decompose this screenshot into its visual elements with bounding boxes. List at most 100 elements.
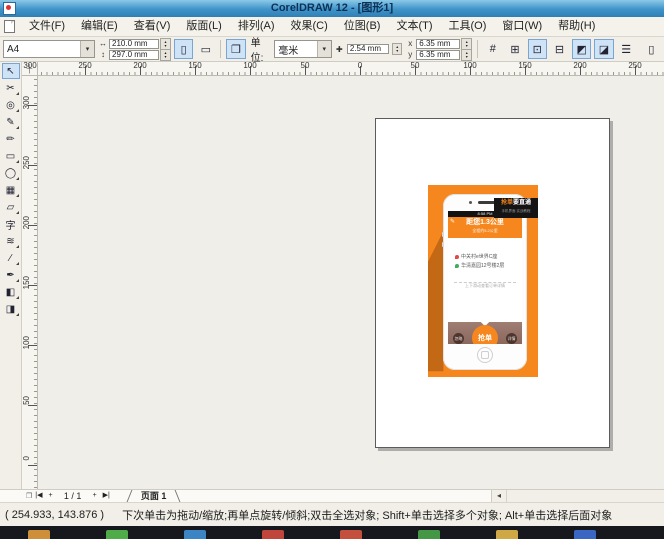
paper-size-select[interactable]: A4 ▾ — [3, 40, 95, 58]
basic-shapes-tool[interactable]: ▱ — [2, 199, 20, 215]
units-select[interactable]: 毫米 ▾ — [274, 40, 332, 58]
phone-time: 8:58 PM — [478, 211, 493, 216]
menu-help[interactable]: 帮助(H) — [550, 17, 603, 36]
h-ruler-label: 100 — [243, 62, 256, 70]
menu-tools[interactable]: 工具(O) — [441, 17, 495, 36]
apply-to-all-pages-button[interactable]: ❐ — [226, 39, 245, 59]
v-ruler-label: 0 — [23, 456, 31, 460]
interactive-fill-tool[interactable]: ◨ — [2, 301, 20, 317]
rectangle-tool[interactable]: ▭ — [2, 148, 20, 164]
snap-to-dynamic-guides-button[interactable]: ⊟ — [550, 39, 569, 59]
window-title: CorelDRAW 12 - [图形1] — [0, 0, 664, 17]
taskbar-app-8-icon[interactable] — [574, 530, 596, 539]
menu-text[interactable]: 文本(T) — [388, 17, 440, 36]
last-page-button[interactable]: ▶| — [100, 490, 113, 502]
menu-window[interactable]: 窗口(W) — [494, 17, 550, 36]
duplicate-y-spinner[interactable]: ▴▾ — [461, 49, 472, 61]
horizontal-ruler[interactable]: 30025020015010050050100150200250 — [38, 62, 664, 76]
ignore-button: 忽略 — [453, 333, 464, 344]
treat-as-filled-button[interactable]: ◩ — [572, 39, 591, 59]
taskbar-app-7-icon[interactable] — [496, 530, 518, 539]
taskbar-app-6-icon[interactable] — [418, 530, 440, 539]
toolbox: ↖✂◎✎✏▭◯▦▱字≋∕✒◧◨ — [0, 62, 22, 489]
nudge-offset-spinner[interactable]: ▴▾ — [392, 43, 402, 55]
shape-tool[interactable]: ✂ — [2, 80, 20, 96]
landscape-button[interactable]: ▭ — [196, 39, 215, 59]
distance-subtitle: 全程约5.2公里 — [448, 228, 522, 233]
h-ruler-label: 0 — [358, 62, 362, 70]
add-page-after-button[interactable]: + — [90, 490, 100, 502]
detail-button: 详情 — [506, 333, 517, 344]
artwork-image[interactable]: 8:58 PM ✎ 距您1.3公里 全程约5.2公里 中关村e世界C座 — [428, 185, 538, 377]
eyedropper-tool[interactable]: ∕ — [2, 250, 20, 266]
chevron-down-icon[interactable]: ▾ — [317, 41, 331, 57]
nudge-options-button[interactable]: ☰ — [617, 39, 636, 59]
graph-paper-tool[interactable]: ▦ — [2, 182, 20, 198]
volume-button-icon — [442, 232, 444, 237]
pencil-icon: ✎ — [450, 218, 455, 225]
snap-to-objects-button[interactable]: ⊡ — [528, 39, 547, 59]
page-options-button[interactable]: ▯ — [642, 39, 661, 59]
order-header: ✎ 距您1.3公里 全程约5.2公里 — [448, 217, 522, 238]
outline-tool[interactable]: ✒ — [2, 267, 20, 283]
marquee-select-button[interactable]: ◪ — [594, 39, 613, 59]
units-value: 毫米 — [278, 42, 298, 57]
separator — [477, 40, 478, 58]
text-tool[interactable]: 字 — [2, 216, 20, 232]
paper-width-field[interactable]: 210.0 mm — [109, 39, 159, 49]
page-tab[interactable]: 页面 1 — [125, 490, 183, 502]
taskbar-app-5-icon[interactable] — [340, 530, 362, 539]
taskbar-app-1-icon[interactable] — [28, 530, 50, 539]
drawing-canvas[interactable]: 8:58 PM ✎ 距您1.3公里 全程约5.2公里 中关村e世界C座 — [38, 76, 664, 489]
snap-to-guidelines-button[interactable]: ⊞ — [505, 39, 524, 59]
units-label: 单位: — [251, 34, 272, 64]
first-page-button[interactable]: |◀ — [32, 490, 45, 502]
coreldraw-app-icon[interactable] — [3, 2, 16, 15]
horizontal-scrollbar[interactable]: ◂ — [491, 490, 664, 502]
h-ruler-label: 300 — [23, 62, 36, 70]
page-counter: 1 / 1 — [56, 491, 90, 501]
property-bar: A4 ▾ ↔ 210.0 mm ▴▾ ↕ 297.0 mm ▴▾ ▯ ▭ ❐ 单… — [0, 37, 664, 62]
menu-view[interactable]: 查看(V) — [126, 17, 179, 36]
workspace: ↖✂◎✎✏▭◯▦▱字≋∕✒◧◨ ┼ 3002502001501005005010… — [0, 62, 664, 489]
taskbar-app-2-icon[interactable] — [106, 530, 128, 539]
duplicate-y-field[interactable]: 6.35 mm — [416, 50, 460, 60]
smart-drawing-tool[interactable]: ✏ — [2, 131, 20, 147]
ellipse-tool[interactable]: ◯ — [2, 165, 20, 181]
menu-bitmaps[interactable]: 位图(B) — [336, 17, 389, 36]
taskbar-app-4-icon[interactable] — [262, 530, 284, 539]
snap-to-grid-button[interactable]: # — [483, 39, 502, 59]
dropoff-address: 华清嘉园12号楼2层 — [461, 262, 504, 269]
page-area[interactable]: 8:58 PM ✎ 距您1.3公里 全程约5.2公里 中关村e世界C座 — [375, 118, 610, 448]
h-ruler-label: 250 — [78, 62, 91, 70]
status-hint: 下次单击为拖动/缩放;再单点旋转/倾斜;双击全选对象; Shift+单击选择多个… — [122, 507, 612, 523]
paper-height-field[interactable]: 297.0 mm — [109, 50, 159, 60]
child-window-icon[interactable] — [4, 20, 15, 33]
menu-layout[interactable]: 版面(L) — [178, 17, 229, 36]
scrollbar-track[interactable] — [507, 490, 664, 502]
h-ruler-label: 150 — [518, 62, 531, 70]
portrait-button[interactable]: ▯ — [174, 39, 193, 59]
zoom-tool[interactable]: ◎ — [2, 97, 20, 113]
nudge-offset-field[interactable]: 2.54 mm — [347, 44, 389, 54]
phone-mockup: 8:58 PM ✎ 距您1.3公里 全程约5.2公里 中关村e世界C座 — [443, 194, 527, 370]
menu-effects[interactable]: 效果(C) — [283, 17, 336, 36]
chevron-down-icon[interactable]: ▾ — [80, 41, 94, 57]
duplicate-x-field[interactable]: 6.35 mm — [416, 39, 460, 49]
freehand-tool[interactable]: ✎ — [2, 114, 20, 130]
vertical-ruler[interactable]: 300250200150100500 — [22, 76, 38, 489]
pick-tool[interactable]: ↖ — [2, 63, 20, 79]
menu-edit[interactable]: 编辑(E) — [73, 17, 126, 36]
duplicate-distance: x 6.35 mm ▴▾ y 6.35 mm ▴▾ — [405, 39, 472, 60]
menu-file[interactable]: 文件(F) — [21, 17, 73, 36]
fill-tool[interactable]: ◧ — [2, 284, 20, 300]
v-ruler-label: 300 — [23, 96, 31, 109]
h-ruler-label: 150 — [188, 62, 201, 70]
paper-height-spinner[interactable]: ▴▾ — [160, 49, 171, 61]
scroll-left-arrow-icon[interactable]: ◂ — [492, 490, 507, 502]
taskbar-app-3-icon[interactable] — [184, 530, 206, 539]
distance-title: 距您1.3公里 — [448, 217, 522, 228]
h-ruler-label: 50 — [301, 62, 310, 70]
add-page-before-button[interactable]: + — [45, 490, 55, 502]
interactive-blend-tool[interactable]: ≋ — [2, 233, 20, 249]
